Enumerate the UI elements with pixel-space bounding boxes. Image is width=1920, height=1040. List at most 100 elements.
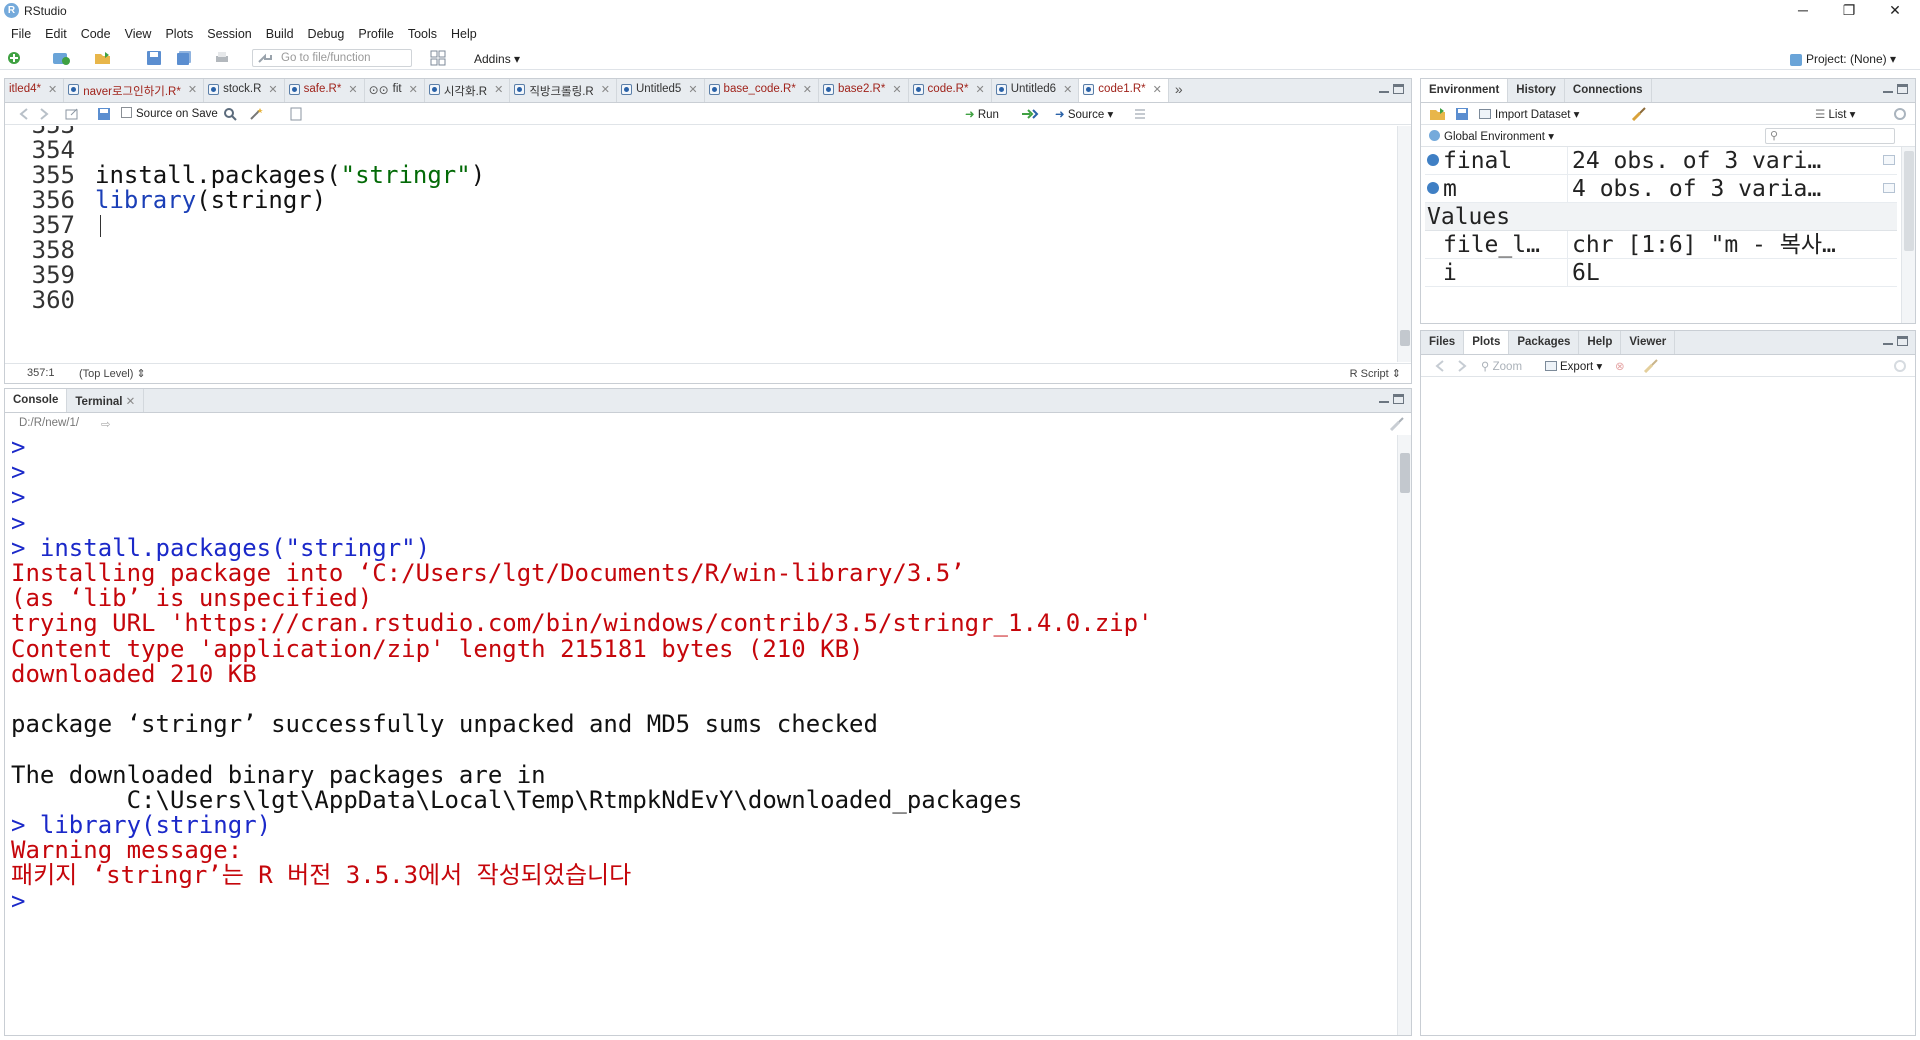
go-to-file-input[interactable]: Go to file/function	[252, 49, 412, 67]
go-to-directory-icon[interactable]: ⇨	[101, 417, 111, 431]
source-tab[interactable]: Untitled5 ✕	[616, 79, 705, 102]
tab-console[interactable]: Console	[5, 389, 68, 412]
source-button[interactable]: ➜ Source ▾	[1055, 107, 1113, 121]
menu-code[interactable]: Code	[74, 24, 118, 44]
menu-file[interactable]: File	[4, 24, 38, 44]
open-file-icon[interactable]	[94, 50, 110, 66]
env-data-row[interactable]: final 24 obs. of 3 vari…	[1425, 147, 1897, 175]
save-workspace-icon[interactable]	[1455, 107, 1469, 121]
export-dropdown[interactable]: Export ▾	[1545, 359, 1602, 373]
environment-pane-minmax[interactable]	[1883, 84, 1909, 98]
checkbox[interactable]	[121, 107, 132, 118]
new-file-icon[interactable]	[6, 50, 22, 66]
workspace-panes-icon[interactable]	[430, 50, 446, 66]
code-editor[interactable]: 353 354 355 356 357 358 359 360 install.…	[5, 126, 1393, 362]
save-all-icon[interactable]	[176, 50, 192, 66]
environment-scrollbar[interactable]	[1901, 147, 1915, 323]
show-in-window-icon[interactable]	[65, 107, 79, 121]
tab-viewer[interactable]: Viewer	[1621, 331, 1676, 354]
env-data-row[interactable]: m 4 obs. of 3 varia…	[1425, 175, 1897, 203]
close-tab-icon[interactable]: ✕	[1153, 83, 1162, 96]
console-scroll-thumb[interactable]	[1400, 453, 1410, 493]
minimize-pane-icon[interactable]	[1883, 91, 1893, 93]
source-on-save-toggle[interactable]: Source on Save	[121, 107, 218, 120]
menu-tools[interactable]: Tools	[401, 24, 444, 44]
environment-scope-dropdown[interactable]: Global Environment ▾	[1429, 129, 1554, 143]
expand-arrow-icon[interactable]	[1427, 181, 1439, 194]
env-value-row[interactable]: i 6L	[1425, 259, 1897, 287]
console-scrollbar[interactable]	[1397, 435, 1411, 1035]
source-tab[interactable]: naver로그인하기.R* ✕	[64, 79, 205, 102]
tab-plots[interactable]: Plots	[1464, 331, 1510, 354]
files-pane-minmax[interactable]	[1883, 336, 1909, 350]
clear-workspace-broom-icon[interactable]	[1631, 107, 1646, 122]
close-tab-icon[interactable]: ✕	[688, 83, 697, 96]
close-tab-icon[interactable]: ✕	[126, 396, 136, 408]
clear-plots-broom-icon[interactable]	[1643, 359, 1658, 374]
source-tab[interactable]: itled4* ✕	[5, 79, 65, 102]
close-tab-icon[interactable]: ✕	[975, 83, 984, 96]
refresh-icon[interactable]	[1893, 107, 1907, 121]
close-tab-icon[interactable]: ✕	[348, 83, 357, 96]
tab-environment[interactable]: Environment	[1421, 79, 1509, 102]
environment-search-input[interactable]: ⚲	[1765, 128, 1895, 144]
tab-terminal[interactable]: Terminal ✕	[67, 389, 145, 412]
console-output[interactable]: > > > > > install.packages("stringr") Install…	[5, 435, 1393, 1035]
code-tools-wand-icon[interactable]	[249, 107, 263, 121]
tab-files[interactable]: Files	[1421, 331, 1465, 354]
view-data-grid-icon[interactable]	[1883, 155, 1895, 165]
close-tab-icon[interactable]: ✕	[1063, 83, 1072, 96]
save-file-icon[interactable]	[97, 107, 111, 121]
menu-plots[interactable]: Plots	[158, 24, 200, 44]
source-tab[interactable]: safe.R* ✕	[284, 79, 365, 102]
close-tab-icon[interactable]: ✕	[494, 83, 503, 96]
tab-packages[interactable]: Packages	[1509, 331, 1580, 354]
close-tab-icon[interactable]: ✕	[188, 83, 197, 96]
source-tab[interactable]: base_code.R* ✕	[704, 79, 820, 102]
back-arrow-icon[interactable]	[17, 107, 31, 121]
search-icon[interactable]	[223, 107, 237, 121]
console-pane-minmax[interactable]	[1379, 394, 1405, 408]
close-tab-icon[interactable]: ✕	[409, 83, 418, 96]
close-tab-icon[interactable]: ✕	[48, 83, 57, 96]
tab-connections[interactable]: Connections	[1565, 79, 1652, 102]
expand-arrow-icon[interactable]	[1427, 153, 1439, 166]
maximize-pane-icon[interactable]	[1393, 394, 1404, 404]
source-tab-active[interactable]: code1.R* ✕	[1079, 79, 1169, 102]
source-pane-minmax[interactable]	[1379, 84, 1405, 98]
close-tab-icon[interactable]: ✕	[803, 83, 812, 96]
zoom-button[interactable]: ⚲ Zoom	[1481, 359, 1522, 373]
next-plot-icon[interactable]	[1455, 359, 1469, 373]
save-icon[interactable]	[146, 50, 162, 66]
close-tab-icon[interactable]: ✕	[601, 83, 610, 96]
project-menu[interactable]: Project: (None) ▾	[1789, 52, 1896, 66]
minimize-pane-icon[interactable]	[1883, 343, 1893, 345]
source-tab[interactable]: Untitled6 ✕	[991, 79, 1080, 102]
source-tab[interactable]: 시각화.R ✕	[424, 79, 511, 102]
tab-history[interactable]: History	[1508, 79, 1565, 102]
menu-debug[interactable]: Debug	[301, 24, 352, 44]
refresh-icon[interactable]	[1893, 359, 1907, 373]
menu-edit[interactable]: Edit	[38, 24, 74, 44]
file-type-selector[interactable]: R Script ⇕	[1350, 367, 1401, 380]
source-tab[interactable]: ⊙⊙ fit ✕	[364, 79, 425, 102]
rerun-icon[interactable]	[1021, 107, 1039, 121]
remove-plot-icon[interactable]: ⊗	[1615, 359, 1625, 373]
environment-scroll-thumb[interactable]	[1904, 151, 1914, 251]
document-outline-icon[interactable]	[1133, 107, 1147, 121]
maximize-pane-icon[interactable]	[1897, 336, 1908, 346]
compile-report-icon[interactable]	[289, 107, 303, 121]
close-tab-icon[interactable]: ✕	[268, 83, 277, 96]
editor-scrollbar[interactable]	[1397, 126, 1411, 362]
menu-view[interactable]: View	[118, 24, 159, 44]
source-tab[interactable]: 직방크롤링.R ✕	[510, 79, 617, 102]
restore-button[interactable]: ❐	[1826, 0, 1872, 22]
run-button[interactable]: ➜ Run	[965, 107, 999, 121]
list-view-dropdown[interactable]: ☰ List ▾	[1815, 107, 1855, 121]
import-dataset-dropdown[interactable]: Import Dataset ▾	[1479, 107, 1579, 121]
clear-console-broom-icon[interactable]	[1389, 417, 1404, 432]
editor-scroll-thumb[interactable]	[1400, 330, 1410, 346]
maximize-pane-icon[interactable]	[1897, 84, 1908, 94]
source-tab[interactable]: base2.R* ✕	[819, 79, 909, 102]
forward-arrow-icon[interactable]	[37, 107, 51, 121]
